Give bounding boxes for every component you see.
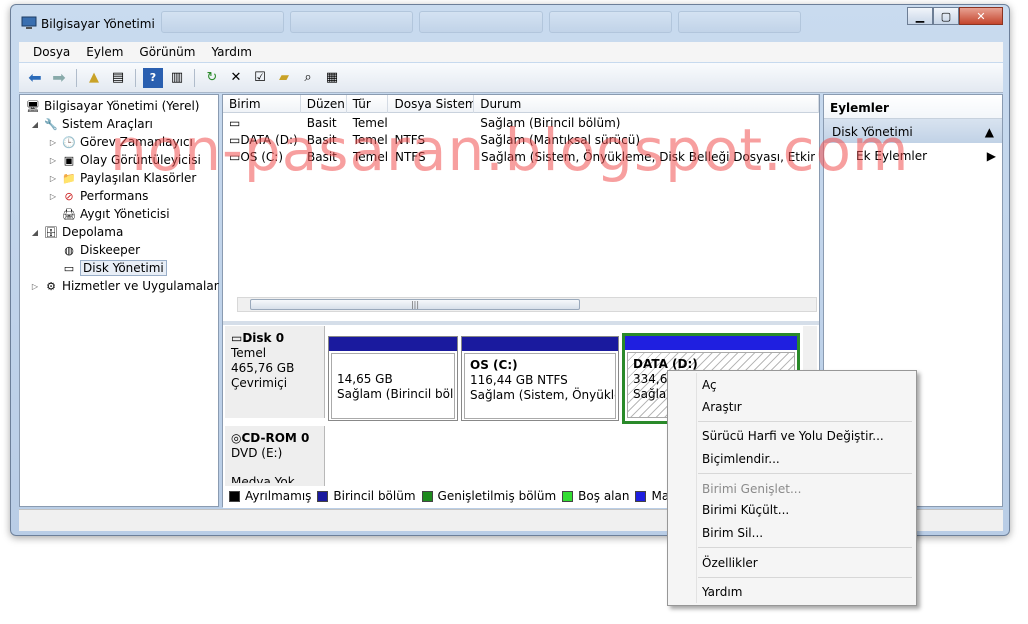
column-volume[interactable]: Birim (223, 95, 301, 113)
partition-os-c[interactable]: OS (C:) 116,44 GB NTFS Sağlam (Sistem, Ö… (461, 336, 619, 421)
menu-file[interactable]: Dosya (25, 45, 78, 59)
action-pane-icon[interactable]: ▥ (167, 68, 187, 88)
expand-icon[interactable]: ▷ (48, 192, 58, 201)
forward-arrow-icon[interactable]: ➡ (49, 68, 69, 88)
show-hide-tree-icon[interactable]: ▤ (108, 68, 128, 88)
shared-folder-icon: 📁 (62, 171, 76, 185)
toolbar: ⬅ ➡ ▲ ▤ ? ▥ ↻ ✕ ☑ ▰ ⌕ ▦ (19, 63, 1003, 93)
help-icon[interactable]: ? (143, 67, 163, 88)
expand-icon[interactable]: ▷ (30, 282, 40, 291)
background-taskbar-ghost (161, 11, 802, 33)
menu-item-extend-volume: Birimi Genişlet... (702, 482, 802, 496)
table-row[interactable]: ▭OS (C:) Basit Temel NTFS Sağlam (Sistem… (223, 149, 819, 166)
actions-header: Eylemler (824, 95, 1002, 119)
tools-icon: 🔧 (44, 117, 58, 131)
menu-item-change-drive-letter[interactable]: Sürücü Harfi ve Yolu Değiştir... (702, 427, 884, 445)
tree-item-system-tools[interactable]: ◢ 🔧 Sistem Araçları (30, 115, 153, 133)
drive-icon: ▭ (229, 150, 241, 164)
legend-item: Birincil bölüm (317, 489, 416, 503)
menu-item-delete-volume[interactable]: Birim Sil... (702, 524, 763, 542)
actions-section-disk-management[interactable]: Disk Yönetimi ▲ (824, 119, 1002, 143)
column-layout[interactable]: Düzen (301, 95, 347, 113)
collapse-arrow-icon[interactable]: ▲ (985, 125, 994, 139)
tree-item-storage[interactable]: ◢ 🗄 Depolama (30, 223, 123, 241)
expand-icon[interactable]: ▷ (48, 156, 58, 165)
menu-item-explore[interactable]: Araştır (702, 398, 742, 416)
more-actions[interactable]: Ek Eylemler ▶ (824, 143, 1002, 167)
disk0-label[interactable]: ▭Disk 0 Temel 465,76 GB Çevrimiçi (225, 326, 325, 418)
computer-management-icon: 🖥 (26, 99, 40, 113)
event-viewer-icon: ▣ (63, 153, 75, 167)
drive-icon: ▭ (229, 133, 241, 147)
context-menu: Aç Araştır Sürücü Harfi ve Yolu Değiştir… (667, 370, 917, 606)
navigation-tree: 🖥 Bilgisayar Yönetimi (Yerel) ◢ 🔧 Sistem… (19, 94, 219, 507)
device-manager-icon: 🖨 (62, 207, 76, 221)
diskeeper-icon: ◍ (64, 243, 74, 257)
tree-item-performance[interactable]: ▷ ⊘ Performans (48, 187, 148, 205)
collapse-icon[interactable]: ◢ (30, 120, 40, 129)
disk-management-icon: ▭ (63, 261, 75, 275)
pane-splitter[interactable] (223, 321, 819, 325)
legend-item: Genişletilmiş bölüm (421, 489, 556, 503)
refresh-icon[interactable]: ↻ (202, 68, 222, 88)
cdrom0-label[interactable]: ◎CD-ROM 0 DVD (E:) Medya Yok (225, 426, 325, 486)
window-title: Bilgisayar Yönetimi (41, 17, 155, 31)
up-folder-icon[interactable]: ▲ (84, 68, 104, 88)
column-type[interactable]: Tür (347, 95, 389, 113)
column-filesystem[interactable]: Dosya Sistemi (388, 95, 475, 113)
search-icon[interactable]: ⌕ (298, 68, 318, 88)
disk-icon[interactable]: ▦ (322, 68, 342, 88)
expand-icon[interactable]: ▷ (48, 138, 58, 147)
hard-disk-icon: ▭ (231, 331, 243, 345)
legend-item: Boş alan (562, 489, 629, 503)
tree-item-disk-management[interactable]: ▭ Disk Yönetimi (58, 259, 167, 277)
column-status[interactable]: Durum (474, 95, 819, 113)
menu-item-shrink-volume[interactable]: Birimi Küçült... (702, 501, 789, 519)
minimize-button[interactable]: ▁ (907, 7, 933, 25)
open-folder-icon[interactable]: ▰ (274, 68, 294, 88)
properties-icon[interactable]: ☑ (250, 68, 270, 88)
storage-icon: 🗄 (44, 225, 58, 239)
tree-item-root[interactable]: 🖥 Bilgisayar Yönetimi (Yerel) (22, 97, 199, 115)
menu-action[interactable]: Eylem (78, 45, 131, 59)
back-arrow-icon[interactable]: ⬅ (25, 68, 45, 88)
services-icon: ⚙ (46, 279, 56, 293)
collapse-icon[interactable]: ◢ (30, 228, 40, 237)
legend-item: Ayrılmamış (229, 489, 311, 503)
table-row[interactable]: ▭ Basit Temel Sağlam (Birincil bölüm) (223, 115, 819, 132)
menu-item-open[interactable]: Aç (702, 376, 717, 394)
horizontal-scrollbar[interactable]: ||| (237, 297, 817, 312)
menu-item-format[interactable]: Biçimlendir... (702, 450, 780, 468)
menu-bar: Dosya Eylem Görünüm Yardım (19, 42, 1003, 62)
tree-item-services[interactable]: ▷ ⚙ Hizmetler ve Uygulamalar (30, 277, 219, 295)
partition-primary[interactable]: 14,65 GB Sağlam (Birincil bölüm (328, 336, 458, 421)
submenu-arrow-icon: ▶ (986, 149, 996, 163)
title-bar[interactable]: Bilgisayar Yönetimi ▁ ▢ ✕ (11, 5, 1009, 37)
delete-icon[interactable]: ✕ (226, 68, 246, 88)
drive-icon: ▭ (229, 116, 241, 130)
tree-item-shared-folders[interactable]: ▷ 📁 Paylaşılan Klasörler (48, 169, 196, 187)
tree-item-event-viewer[interactable]: ▷ ▣ Olay Görüntüleyicisi (48, 151, 201, 169)
maximize-button[interactable]: ▢ (933, 7, 959, 25)
menu-item-properties[interactable]: Özellikler (702, 554, 758, 572)
tree-item-task-scheduler[interactable]: ▷ 🕒 Görev Zamanlayıcı (48, 133, 193, 151)
menu-item-help[interactable]: Yardım (702, 583, 742, 601)
expand-icon[interactable]: ▷ (48, 174, 58, 183)
volume-list-header: Birim Düzen Tür Dosya Sistemi Durum (223, 95, 819, 113)
computer-management-icon (21, 16, 37, 30)
tree-item-device-manager[interactable]: 🖨 Aygıt Yöneticisi (58, 205, 170, 223)
close-button[interactable]: ✕ (959, 7, 1003, 25)
tree-item-diskeeper[interactable]: ◍ Diskeeper (58, 241, 140, 259)
performance-icon: ⊘ (64, 189, 74, 203)
menu-help[interactable]: Yardım (203, 45, 259, 59)
table-row[interactable]: ▭DATA (D:) Basit Temel NTFS Sağlam (Mant… (223, 132, 819, 149)
cdrom-icon: ◎ (231, 431, 242, 445)
clock-icon: 🕒 (62, 135, 76, 149)
scrollbar-thumb[interactable]: ||| (250, 299, 580, 310)
menu-view[interactable]: Görünüm (131, 45, 203, 59)
